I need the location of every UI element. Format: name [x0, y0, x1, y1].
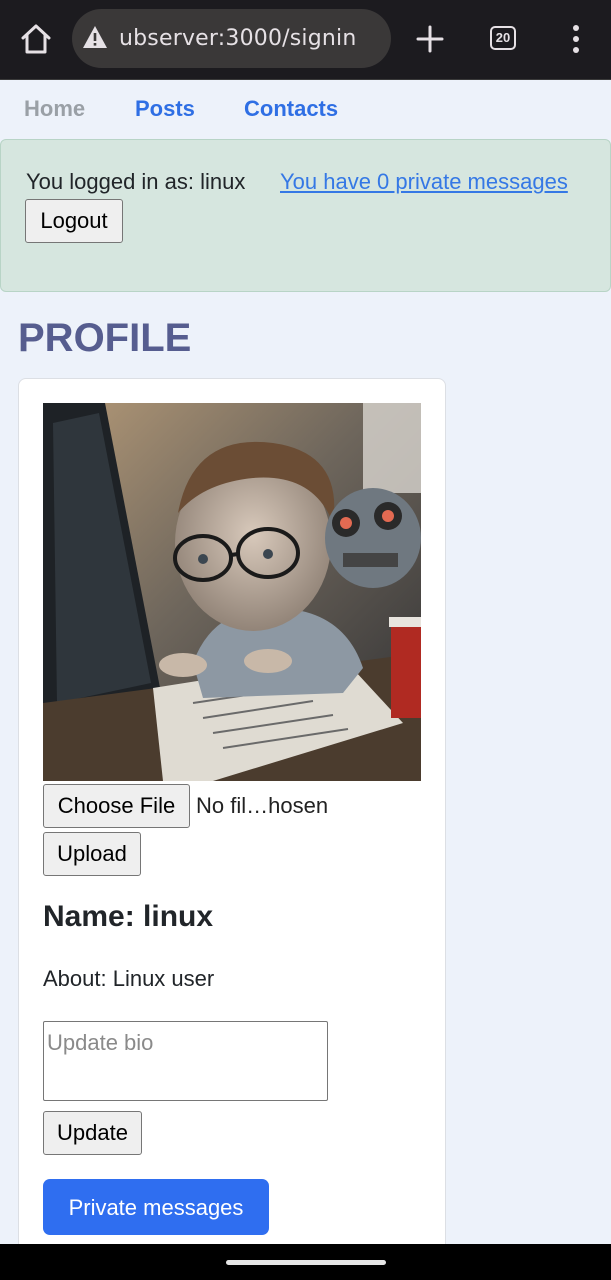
- bio-input[interactable]: [43, 1021, 328, 1101]
- private-messages-link[interactable]: You have 0 private messages: [280, 169, 568, 195]
- browser-toolbar: ubserver:3000/signin 20: [0, 0, 611, 80]
- logged-in-text: You logged in as: linux: [26, 169, 246, 194]
- warning-triangle-icon[interactable]: [82, 25, 108, 49]
- choose-file-button[interactable]: Choose File: [43, 784, 190, 828]
- nav-contacts-link[interactable]: Contacts: [244, 96, 338, 122]
- nav-posts-link[interactable]: Posts: [135, 96, 195, 122]
- upload-button[interactable]: Upload: [43, 832, 141, 876]
- profile-name-heading: Name: linux: [43, 900, 214, 933]
- tab-switcher-icon[interactable]: 20: [490, 26, 516, 50]
- system-navigation-bar: [0, 1244, 611, 1280]
- profile-avatar-image: [43, 403, 421, 781]
- nav-home-link[interactable]: Home: [24, 96, 85, 122]
- update-bio-button[interactable]: Update: [43, 1111, 142, 1155]
- profile-about-text: About: Linux user: [43, 966, 215, 991]
- gesture-handle[interactable]: [226, 1260, 386, 1265]
- address-bar[interactable]: ubserver:3000/signin: [72, 9, 391, 68]
- more-vert-icon[interactable]: [570, 24, 582, 54]
- page-title: PROFILE: [18, 316, 192, 360]
- tab-count: 20: [495, 30, 511, 45]
- plus-icon[interactable]: [415, 24, 445, 54]
- url-text[interactable]: ubserver:3000/signin: [119, 26, 357, 51]
- file-status-text: No fil…hosen: [196, 793, 329, 818]
- private-messages-button[interactable]: Private messages: [43, 1179, 269, 1235]
- logout-button[interactable]: Logout: [25, 199, 123, 243]
- home-icon[interactable]: [19, 22, 53, 56]
